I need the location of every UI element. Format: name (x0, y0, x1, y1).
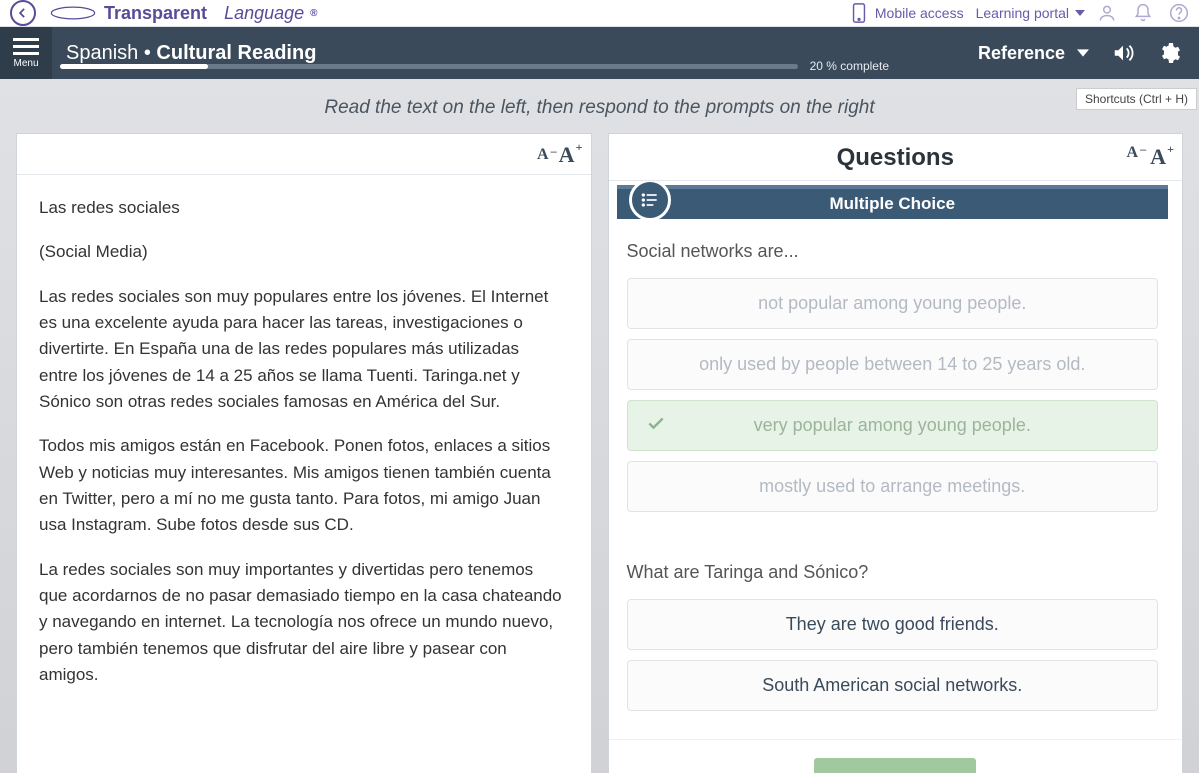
mobile-access-link[interactable]: Mobile access (849, 3, 964, 23)
check-icon (646, 413, 666, 438)
questions-title: Questions (837, 144, 954, 172)
logo-swoosh-icon (48, 4, 98, 22)
bell-icon[interactable] (1133, 3, 1153, 23)
menu-button[interactable]: Menu (0, 27, 52, 79)
reference-label: Reference (978, 43, 1065, 64)
questions-font-increase-button[interactable]: A (1150, 144, 1166, 170)
reading-p4: Todos mis amigos están en Facebook. Pone… (39, 433, 563, 538)
question-1-prompt: Social networks are... (627, 241, 1159, 262)
reading-p1: Las redes sociales (39, 195, 563, 221)
logo-registered: ® (310, 8, 317, 19)
reading-p3: Las redes sociales son muy populares ent… (39, 284, 563, 416)
list-icon (629, 181, 671, 221)
progress-fill (60, 64, 208, 69)
chevron-down-icon (1077, 49, 1089, 57)
questions-scroll[interactable]: Multiple Choice Social networks are... n… (609, 181, 1183, 739)
font-increase-button[interactable]: A (559, 142, 575, 168)
logo[interactable]: Transparent Language ® (48, 3, 318, 24)
reading-p2: (Social Media) (39, 239, 563, 265)
multiple-choice-header: Multiple Choice (617, 185, 1169, 219)
questions-font-decrease-button[interactable]: A (1127, 144, 1139, 170)
font-decrease-button[interactable]: A (537, 146, 549, 164)
shortcuts-tooltip: Shortcuts (Ctrl + H) (1076, 88, 1197, 110)
progress-bar: 20 % complete (60, 59, 889, 73)
chevron-down-icon (1075, 10, 1085, 16)
profile-icon[interactable] (1097, 3, 1117, 23)
section-label: Multiple Choice (829, 194, 955, 214)
question-2: What are Taringa and Sónico? They are tw… (609, 540, 1177, 739)
question-1-answer-1[interactable]: not popular among young people. (627, 278, 1159, 329)
logo-word-2: Language (224, 3, 304, 24)
done-button[interactable]: DONE (814, 758, 976, 773)
learning-portal-label: Learning portal (976, 5, 1069, 21)
main-area: Read the text on the left, then respond … (0, 79, 1199, 773)
reading-p5: La redes sociales son muy importantes y … (39, 557, 563, 689)
question-2-answer-1[interactable]: They are two good friends. (627, 599, 1159, 650)
reference-dropdown[interactable]: Reference (978, 43, 1089, 64)
question-1-answer-2[interactable]: only used by people between 14 to 25 yea… (627, 339, 1159, 390)
progress-text: 20 % complete (810, 59, 889, 73)
mobile-icon (849, 3, 869, 23)
logo-word-1: Transparent (104, 3, 207, 24)
back-button[interactable] (10, 0, 36, 26)
question-1-answer-4[interactable]: mostly used to arrange meetings. (627, 461, 1159, 512)
topbar: Transparent Language ® Mobile access Lea… (0, 0, 1199, 27)
question-2-answer-2[interactable]: South American social networks. (627, 660, 1159, 711)
done-row: DONE (609, 739, 1183, 773)
questions-header: Questions A A (609, 134, 1183, 181)
questions-panel: Questions A A Multiple Choice Social net… (608, 133, 1184, 773)
question-1: Social networks are... not popular among… (609, 219, 1177, 540)
menu-label: Menu (13, 58, 38, 69)
audio-icon[interactable] (1111, 42, 1135, 64)
mobile-access-label: Mobile access (875, 5, 964, 21)
navbar: Menu Spanish • Cultural Reading 20 % com… (0, 27, 1199, 79)
arrow-left-icon (16, 6, 30, 20)
instruction-text: Read the text on the left, then respond … (0, 79, 1199, 133)
hamburger-icon (13, 38, 39, 55)
help-icon[interactable] (1169, 3, 1189, 23)
progress-track (60, 64, 798, 69)
learning-portal-dropdown[interactable]: Learning portal (976, 5, 1085, 21)
reading-font-controls: A A (17, 134, 591, 175)
settings-icon[interactable] (1157, 41, 1181, 65)
reading-panel: A A Las redes sociales (Social Media) La… (16, 133, 592, 773)
question-1-answer-3[interactable]: very popular among young people. (627, 400, 1159, 451)
reading-scroll[interactable]: Las redes sociales (Social Media) Las re… (17, 175, 591, 773)
question-2-prompt: What are Taringa and Sónico? (627, 562, 1159, 583)
